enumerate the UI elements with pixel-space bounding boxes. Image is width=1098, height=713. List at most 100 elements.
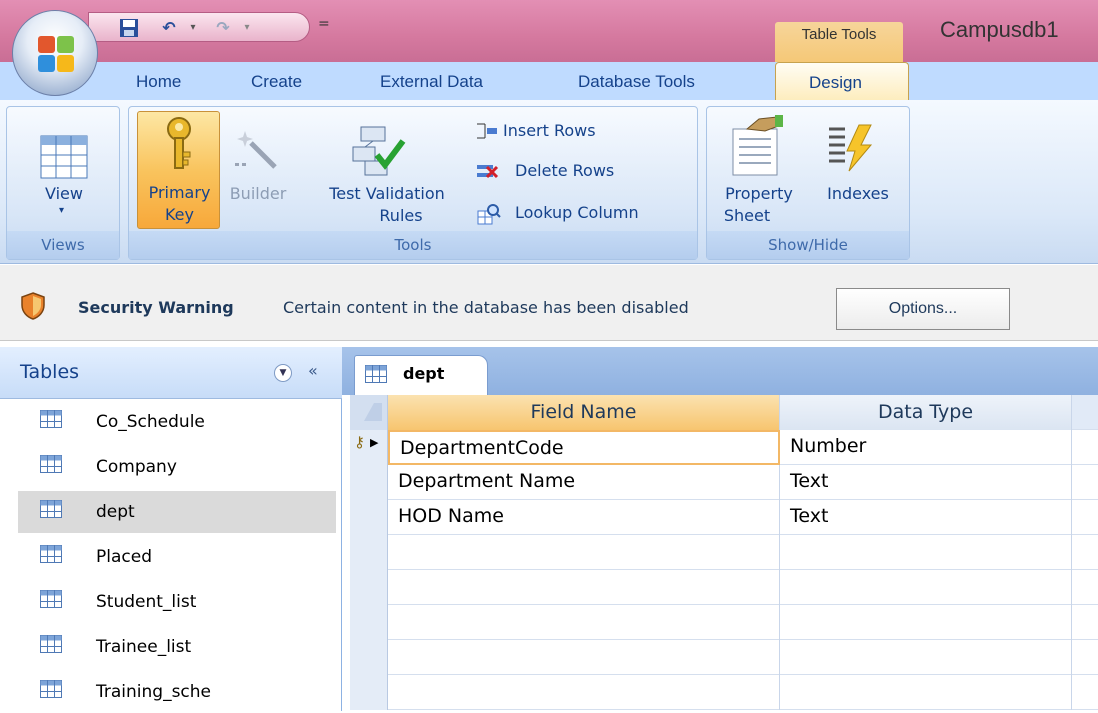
document-tab-strip: dept [342,347,1098,395]
security-warning-title: Security Warning [78,298,234,317]
title-bar: ↶ ▾ ↷ ▾ = Table Tools Campusdb1 [0,0,1098,62]
tab-external-data[interactable]: External Data [380,72,483,92]
view-dropdown-icon[interactable]: ▾ [59,205,64,216]
test-validation-button[interactable]: Test Validation [301,183,473,205]
grid-header-row: Field Name Data Type [350,395,1098,430]
data-type-text: Text [790,470,829,492]
builder-wand-icon [235,131,277,169]
data-type-cell[interactable]: Number [780,430,1072,465]
redo-icon[interactable]: ↷ [213,18,233,38]
document-tab-label: dept [403,364,445,383]
property-sheet-button[interactable]: Property [707,183,811,205]
nav-item-table[interactable]: Co_Schedule [18,401,336,443]
nav-item-table[interactable]: Placed [18,536,336,578]
tab-create[interactable]: Create [251,72,302,92]
group-tools-label: Tools [129,231,697,259]
lookup-column-button[interactable]: Lookup Column [475,201,685,227]
nav-item-table[interactable]: dept [18,491,336,533]
table-icon [40,635,62,653]
row-selector[interactable] [350,500,388,535]
field-name-cell[interactable] [388,640,780,675]
data-type-cell[interactable] [780,605,1072,640]
nav-item-label: dept [96,502,135,522]
table-row [350,675,1098,710]
customize-qat-button[interactable]: = [318,16,330,32]
property-sheet-icon [732,115,783,176]
field-name-header[interactable]: Field Name [388,395,780,430]
row-selector[interactable] [350,605,388,640]
row-selector[interactable] [350,535,388,570]
delete-rows-button[interactable]: Delete Rows [475,159,675,185]
document-tab-dept[interactable]: dept [354,355,488,395]
field-name-text: DepartmentCode [400,437,564,459]
tab-design-label: Design [809,73,862,92]
data-type-cell[interactable]: Text [780,500,1072,535]
indexes-button[interactable]: Indexes [815,183,901,205]
options-button[interactable]: Options... [836,288,1010,330]
field-name-cell[interactable] [388,675,780,710]
redo-dropdown-icon[interactable]: ▾ [237,18,257,38]
field-name-cell[interactable] [388,535,780,570]
insert-rows-icon [477,123,497,139]
field-name-text: Department Name [398,470,576,492]
office-button[interactable] [12,10,98,96]
table-icon [40,590,62,608]
test-validation-icon [352,126,406,176]
nav-item-label: Company [96,457,177,477]
group-show-hide: Property Sheet Indexes Show/Hide [706,106,910,260]
nav-pane-header[interactable]: Tables ▼ « [0,347,342,399]
lookup-column-icon [477,204,501,225]
undo-icon[interactable]: ↶ [159,18,179,38]
table-icon [40,680,62,698]
tab-home[interactable]: Home [136,72,181,92]
field-name-cell[interactable]: HOD Name [388,500,780,535]
datasheet-view-icon [40,135,88,179]
view-button[interactable]: View [7,183,121,205]
primary-key-label-2: Key [164,205,194,224]
data-type-cell[interactable] [780,570,1072,605]
field-name-text: HOD Name [398,505,504,527]
row-selector[interactable] [350,675,388,710]
nav-item-table[interactable]: Student_list [18,581,336,623]
row-selector[interactable]: ⚷ ▶ [350,430,388,465]
data-type-cell[interactable] [780,675,1072,710]
data-type-header[interactable]: Data Type [780,395,1072,430]
nav-item-table[interactable]: Company [18,446,336,488]
nav-item-label: Placed [96,547,152,567]
data-type-text: Text [790,505,829,527]
data-type-cell[interactable] [780,535,1072,570]
select-all-corner[interactable] [350,395,388,430]
data-type-cell[interactable]: Text [780,465,1072,500]
group-views-label: Views [7,231,119,259]
nav-item-table[interactable]: Training_sche [18,671,336,713]
builder-button[interactable]: Builder [223,183,293,205]
primary-key-label: Primary [148,183,211,202]
tab-design[interactable]: Design [775,62,909,104]
row-selector[interactable] [350,465,388,500]
shutter-bar-collapse-button[interactable]: « [308,361,318,380]
ribbon-tabs: Home Create External Data Database Tools [0,62,1098,102]
save-icon[interactable] [119,18,139,38]
office-logo-icon [38,36,74,72]
nav-item-label: Co_Schedule [96,412,205,432]
tab-database-tools[interactable]: Database Tools [578,72,695,92]
nav-pane-title: Tables [20,361,80,383]
table-row: Department Name Text [350,465,1098,500]
data-type-cell[interactable] [780,640,1072,675]
field-name-cell[interactable]: DepartmentCode [388,430,780,465]
insert-rows-label: Insert Rows [503,121,596,140]
nav-menu-dropdown-icon[interactable]: ▼ [274,364,292,382]
row-selector[interactable] [350,570,388,605]
nav-item-table[interactable]: Trainee_list [18,626,336,668]
insert-rows-button[interactable]: Insert Rows [475,119,675,145]
row-selector[interactable] [350,640,388,675]
primary-key-button[interactable]: Primary Key [137,111,220,229]
undo-dropdown-icon[interactable]: ▾ [183,18,203,38]
field-name-cell[interactable] [388,570,780,605]
data-type-header-label: Data Type [877,401,974,423]
security-warning-message: Certain content in the database has been… [283,298,689,317]
field-name-cell[interactable]: Department Name [388,465,780,500]
group-show-hide-label: Show/Hide [707,231,909,259]
current-row-icon: ▶ [370,436,379,449]
field-name-cell[interactable] [388,605,780,640]
